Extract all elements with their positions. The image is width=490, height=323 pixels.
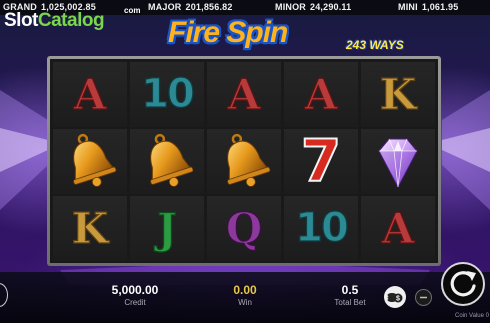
symbol-ten: 10 (284, 196, 358, 261)
watermark-slot: Slot (4, 10, 38, 31)
symbol-ten: 10 (130, 62, 204, 127)
symbol-k-text: K (379, 69, 417, 119)
watermark-catalog: Catalog (37, 10, 105, 31)
jackpot-minor-label: MINOR (275, 2, 306, 12)
symbol-seven: 7 (284, 127, 358, 195)
bell-icon (227, 133, 271, 187)
symbol-a-text: A (381, 203, 415, 253)
slotcatalog-watermark: SlotCatalog com (4, 6, 140, 32)
symbol-bell (130, 129, 204, 194)
jackpot-mini-label: MINI (398, 2, 418, 12)
game-logo: Fire Spin 243 WAYS (158, 14, 428, 58)
symbol-a: A (53, 62, 127, 127)
bell-icon (150, 133, 194, 187)
total-bet-label: Total Bet (334, 298, 366, 307)
total-bet-value: 0.5 (341, 283, 359, 297)
jackpot-mini: MINI 1,061.95 (398, 2, 458, 12)
game-title: Fire Spin (168, 16, 288, 49)
spin-arrow-icon (450, 271, 476, 297)
symbol-a-text: A (304, 69, 338, 119)
reel-frame: A 10 A A K 7 K J Q 10 A (47, 56, 441, 266)
symbol-ten-text: 10 (295, 204, 350, 251)
symbol-bell (53, 129, 127, 194)
symbol-a-text: A (73, 69, 107, 119)
symbol-seven-text: 7 (300, 127, 342, 195)
symbol-a-text: A (227, 69, 261, 119)
reel-grid: A 10 A A K 7 K J Q 10 A (50, 59, 438, 263)
jackpot-major-value: 201,856.82 (185, 2, 233, 12)
symbol-j: J (130, 196, 204, 261)
minus-icon (420, 296, 427, 299)
symbol-diamond (361, 129, 435, 194)
coin-value-button[interactable]: $ (384, 286, 406, 308)
credit-label: Credit (124, 298, 146, 307)
diamond-icon (378, 138, 418, 189)
bell-icon (73, 133, 117, 187)
coin-stack-icon: $ (387, 293, 403, 303)
svg-text:$: $ (396, 296, 400, 303)
jackpot-minor: MINOR 24,290.11 (275, 2, 351, 12)
symbol-a: A (284, 62, 358, 127)
symbol-bell (207, 129, 281, 194)
symbol-q-text: Q (225, 203, 263, 253)
decrease-bet-button[interactable] (415, 289, 432, 306)
symbol-k: K (53, 196, 127, 261)
symbol-k: K (361, 62, 435, 127)
watermark-com: com (124, 6, 141, 15)
symbol-k-text: K (71, 203, 109, 253)
win-label: Win (238, 298, 252, 307)
jackpot-major-label: MAJOR (148, 2, 182, 12)
symbol-ten-text: 10 (141, 70, 196, 117)
win-value: 0.00 (233, 283, 257, 297)
credit-value: 5,000.00 (111, 283, 159, 297)
coin-value-label: Coin Value 0 (455, 313, 489, 319)
jackpot-mini-value: 1,061.95 (421, 2, 459, 12)
symbol-j-text: J (156, 203, 177, 253)
ways-badge: 243 WAYS (346, 38, 404, 52)
spin-button[interactable] (441, 262, 485, 306)
jackpot-major: MAJOR 201,856.82 (148, 2, 233, 12)
symbol-q: Q (207, 196, 281, 261)
symbol-a: A (207, 62, 281, 127)
jackpot-minor-value: 24,290.11 (310, 2, 352, 12)
game-stage: GRAND 1,025,002.85 MAJOR 201,856.82 MINOR 2… (0, 0, 490, 323)
symbol-a: A (361, 196, 435, 261)
